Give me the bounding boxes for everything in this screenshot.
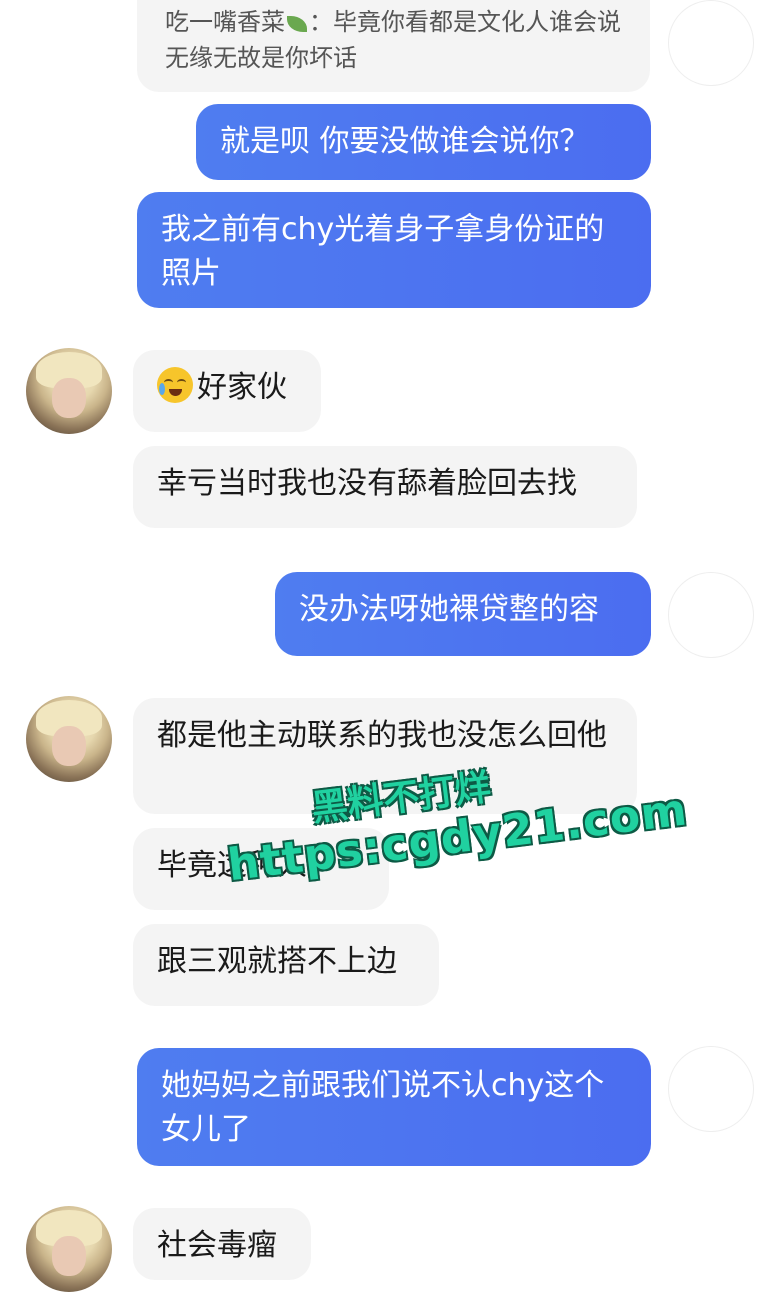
avatar-face (52, 1236, 86, 1276)
self-avatar[interactable] (668, 572, 754, 658)
quote-author: 吃一嘴香菜 (165, 8, 285, 36)
crying-face-icon (157, 367, 193, 403)
tear-shape (159, 383, 165, 395)
contact-avatar[interactable] (26, 348, 112, 434)
chat-thread: 吃一嘴香菜 ：毕竟你看都是文化人谁会说无缘无故是你坏话 就是呗 你要没做谁会说你？… (0, 0, 782, 1292)
quoted-message[interactable]: 吃一嘴香菜 ：毕竟你看都是文化人谁会说无缘无故是你坏话 (137, 0, 650, 92)
message-text: 好家伙 (197, 370, 287, 405)
message-outgoing[interactable]: 我之前有chy光着身子拿身份证的照片 (137, 192, 651, 308)
self-avatar[interactable] (668, 1046, 754, 1132)
contact-avatar[interactable] (26, 1206, 112, 1292)
message-outgoing[interactable]: 就是呗 你要没做谁会说你？ (196, 104, 651, 180)
message-incoming[interactable]: 都是他主动联系的我也没怎么回他 (133, 698, 637, 814)
message-incoming[interactable]: 跟三观就搭不上边 (133, 924, 439, 1006)
message-outgoing[interactable]: 没办法呀她裸贷整的容 (275, 572, 651, 656)
herb-leaf-icon (287, 16, 307, 32)
mouth-shape (169, 389, 182, 396)
message-incoming[interactable]: 好家伙 (133, 350, 321, 432)
message-incoming[interactable]: 幸亏当时我也没有舔着脸回去找 (133, 446, 637, 528)
message-incoming[interactable]: 毕竟这种人 (133, 828, 389, 910)
self-avatar[interactable] (668, 0, 754, 86)
message-incoming[interactable]: 社会毒瘤 (133, 1208, 311, 1280)
contact-avatar[interactable] (26, 696, 112, 782)
message-outgoing[interactable]: 她妈妈之前跟我们说不认chy这个女儿了 (137, 1048, 651, 1166)
avatar-face (52, 726, 86, 766)
avatar-face (52, 378, 86, 418)
